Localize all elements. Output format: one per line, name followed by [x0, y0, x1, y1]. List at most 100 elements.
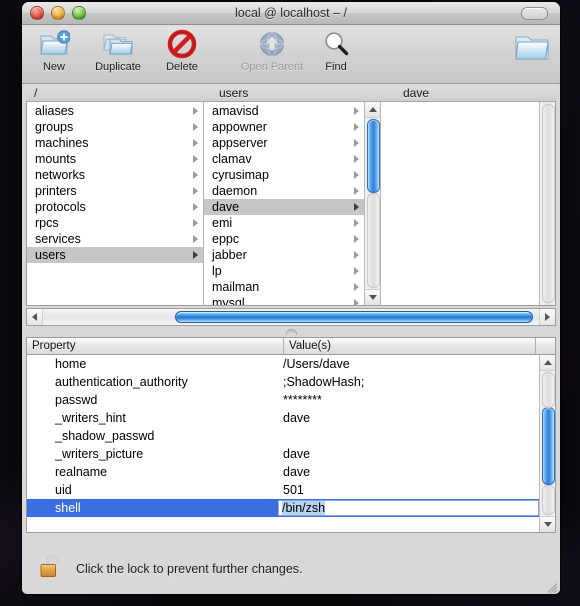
table-row[interactable]: passwd ******** — [27, 391, 539, 409]
chevron-right-icon — [354, 123, 359, 131]
zoom-button-icon[interactable] — [72, 6, 86, 20]
toolbar-button-delete[interactable]: Delete — [150, 28, 214, 73]
chevron-right-icon — [354, 107, 359, 115]
browser-horizontal-scrollbar[interactable] — [26, 308, 556, 326]
list-item[interactable]: appowner — [204, 119, 364, 135]
toolbar-button-new[interactable]: New — [22, 28, 86, 73]
list-item-label: services — [35, 232, 81, 246]
dave-column-scrollbar[interactable] — [539, 102, 555, 305]
scroll-right-arrow-icon[interactable] — [539, 309, 555, 325]
window-titlebar[interactable]: local @ localhost – / — [22, 2, 560, 25]
list-item-label: appserver — [212, 136, 268, 150]
cell-value-editor[interactable]: /bin/zsh — [278, 500, 539, 516]
list-item-label: lp — [212, 264, 222, 278]
table-row[interactable]: _shadow_passwd — [27, 427, 539, 445]
list-item[interactable]: groups — [27, 119, 203, 135]
list-item[interactable]: mailman — [204, 279, 364, 295]
scroll-down-arrow-icon[interactable] — [365, 289, 380, 305]
resize-grip[interactable] — [543, 578, 558, 594]
list-item[interactable]: mysql — [204, 295, 364, 305]
scrollbar-thumb[interactable] — [542, 407, 555, 485]
minimize-button-icon[interactable] — [51, 6, 65, 20]
list-item[interactable]: eppc — [204, 231, 364, 247]
scrollbar-thumb[interactable] — [367, 119, 380, 193]
value-edit-text: /bin/zsh — [282, 501, 326, 515]
list-item[interactable]: protocols — [27, 199, 203, 215]
toolbar-button-open-parent[interactable]: Open Parent — [240, 28, 304, 73]
list-item[interactable]: machines — [27, 135, 203, 151]
cell-value: /Users/dave — [283, 357, 350, 371]
table-row[interactable]: authentication_authority ;ShadowHash; — [27, 373, 539, 391]
list-item[interactable]: amavisd — [204, 103, 364, 119]
close-button-icon[interactable] — [30, 6, 44, 20]
list-item[interactable]: jabber — [204, 247, 364, 263]
list-item-dave-selected[interactable]: dave — [204, 199, 364, 215]
column-users-list[interactable]: amavisd appowner appserver clamav cyrusi… — [204, 102, 364, 305]
open-padlock-icon[interactable] — [38, 551, 66, 586]
list-item[interactable]: networks — [27, 167, 203, 183]
scrollbar-track-upper[interactable] — [542, 372, 555, 408]
column-root-list[interactable]: aliases groups machines mounts networks … — [27, 102, 203, 305]
list-item-label: emi — [212, 216, 233, 230]
list-item-label: amavisd — [212, 104, 259, 118]
list-item[interactable]: rpcs — [27, 215, 203, 231]
scroll-up-arrow-icon[interactable] — [540, 355, 555, 371]
toolbar-button-find[interactable]: Find — [304, 28, 368, 73]
scrollbar-track-lower[interactable] — [542, 485, 555, 515]
list-item[interactable]: aliases — [27, 103, 203, 119]
table-row[interactable]: home /Users/dave — [27, 355, 539, 373]
hscrollbar-thumb[interactable] — [175, 311, 533, 323]
chevron-right-icon — [193, 155, 198, 163]
table-row[interactable]: realname dave — [27, 463, 539, 481]
property-table-area: Property Value(s) home /Users/dave authe… — [22, 337, 560, 533]
list-item[interactable]: daemon — [204, 183, 364, 199]
list-item[interactable]: services — [27, 231, 203, 247]
value-edit-input[interactable]: /bin/zsh — [278, 500, 539, 516]
scroll-up-arrow-icon[interactable] — [365, 102, 380, 118]
column-header-property[interactable]: Property — [27, 338, 284, 354]
scroll-down-arrow-icon[interactable] — [540, 516, 555, 532]
scroll-left-arrow-icon[interactable] — [27, 309, 43, 325]
cell-property: passwd — [55, 393, 98, 407]
netinfo-browser: / users dave aliases groups machines mou… — [22, 84, 560, 306]
list-item[interactable]: printers — [27, 183, 203, 199]
list-item[interactable]: cyrusimap — [204, 167, 364, 183]
list-item-users-selected[interactable]: users — [27, 247, 203, 263]
chevron-right-icon — [354, 251, 359, 259]
property-table-scrollbar[interactable] — [539, 355, 555, 532]
table-row[interactable]: _writers_picture dave — [27, 445, 539, 463]
column-header-root: / — [34, 85, 38, 100]
table-row[interactable]: uid 501 — [27, 481, 539, 499]
window-footer: Click the lock to prevent further change… — [22, 533, 560, 594]
scrollbar-track[interactable] — [367, 193, 380, 288]
chevron-right-icon — [354, 267, 359, 275]
list-item-label: rpcs — [35, 216, 59, 230]
chevron-right-icon — [354, 139, 359, 147]
list-item[interactable]: lp — [204, 263, 364, 279]
toolbar-toggle-button[interactable] — [521, 7, 548, 20]
list-item[interactable]: emi — [204, 215, 364, 231]
cell-value: 501 — [283, 483, 304, 497]
cell-value: dave — [283, 447, 311, 461]
cell-property: realname — [55, 465, 108, 479]
list-item-label: mounts — [35, 152, 76, 166]
users-column-scrollbar[interactable] — [364, 102, 380, 305]
column-header-values[interactable]: Value(s) — [284, 338, 536, 354]
table-row[interactable]: _writers_hint dave — [27, 409, 539, 427]
chevron-right-icon — [193, 187, 198, 195]
property-table-body[interactable]: home /Users/dave authentication_authorit… — [27, 355, 539, 532]
chevron-right-icon — [193, 171, 198, 179]
table-row-shell-selected[interactable]: shell /bin/zsh — [27, 499, 539, 517]
list-item-label: eppc — [212, 232, 240, 246]
toolbar-right-folder-icon[interactable] — [512, 29, 552, 72]
list-item[interactable]: mounts — [27, 151, 203, 167]
list-item[interactable]: clamav — [204, 151, 364, 167]
column-dave-list[interactable] — [381, 102, 539, 305]
chevron-right-icon — [354, 155, 359, 163]
toolbar-button-duplicate[interactable]: Duplicate — [86, 28, 150, 73]
list-item[interactable]: appserver — [204, 135, 364, 151]
split-divider-handle[interactable] — [285, 328, 297, 335]
split-divider[interactable] — [22, 326, 560, 337]
browser-columns: aliases groups machines mounts networks … — [26, 102, 556, 306]
list-item-label: dave — [212, 200, 240, 214]
